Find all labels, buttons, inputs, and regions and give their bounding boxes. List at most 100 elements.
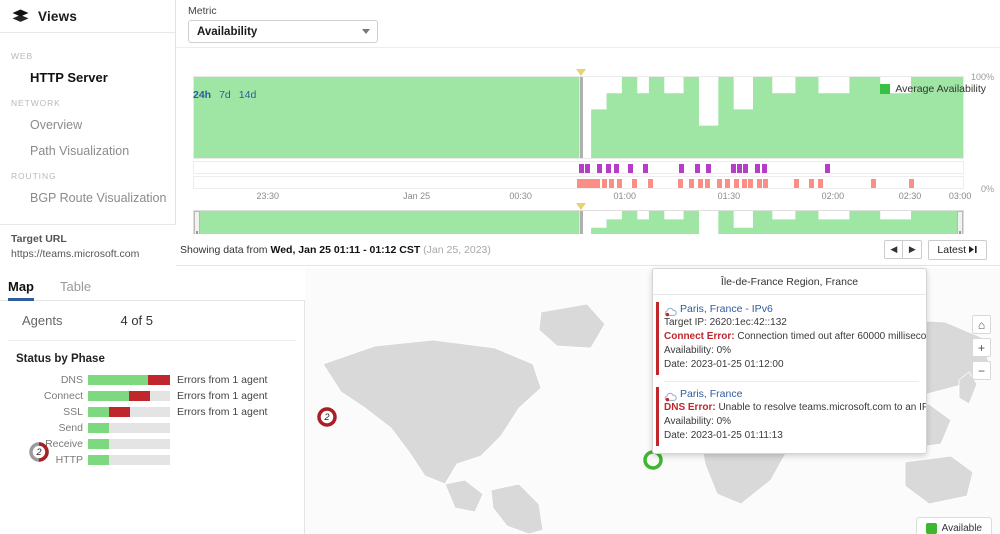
event-marker[interactable] (725, 179, 730, 188)
event-marker[interactable] (585, 164, 590, 173)
range-14d[interactable]: 14d (239, 89, 257, 101)
time-cursor-line[interactable] (580, 77, 583, 158)
showing-data-range: Wed, Jan 25 01:11 - 01:12 CST (270, 244, 420, 256)
phase-row: SSLErrors from 1 agent (0, 406, 304, 418)
prev-page-button[interactable]: ◀ (884, 240, 903, 259)
phase-row: ConnectErrors from 1 agent (0, 390, 304, 402)
y-axis-bottom-label: 0% (981, 184, 994, 194)
cloud-agent-icon (664, 304, 677, 314)
phase-name: Send (0, 422, 88, 434)
tooltip-detail-line: Date: 2023-01-25 01:12:00 (664, 358, 919, 372)
phase-bar (88, 455, 170, 465)
tooltip-detail-value: 0% (717, 345, 731, 356)
event-marker[interactable] (648, 179, 653, 188)
event-marker[interactable] (609, 179, 614, 188)
map-legend: Available (916, 517, 992, 534)
event-marker[interactable] (734, 179, 739, 188)
event-marker[interactable] (743, 164, 748, 173)
tooltip-detail-line: Availability: 0% (664, 344, 919, 358)
nav-group-web: WEB (0, 44, 175, 65)
phase-bar (88, 423, 170, 433)
phase-bar (88, 375, 170, 385)
event-marker[interactable] (705, 179, 710, 188)
event-marker[interactable] (737, 164, 742, 173)
event-marker[interactable] (606, 164, 611, 173)
skip-to-end-icon (969, 245, 978, 254)
tooltip-detail-value: 2023-01-25 01:12:00 (691, 359, 784, 370)
map-controls: ⌂ + − (972, 315, 991, 380)
event-marker[interactable] (748, 179, 753, 188)
x-axis-tick: 03:00 (949, 191, 972, 201)
event-marker[interactable] (695, 164, 700, 173)
tooltip-detail-line: Date: 2023-01-25 01:11:13 (664, 429, 919, 443)
event-marker[interactable] (617, 179, 622, 188)
x-axis-tick: 00:30 (509, 191, 532, 201)
marker-paris[interactable]: 2 (316, 406, 338, 428)
tooltip-detail-value: Unable to resolve teams.microsoft.com to… (718, 402, 927, 413)
event-marker[interactable] (632, 179, 637, 188)
event-marker[interactable] (628, 164, 633, 173)
tooltip-agent-link[interactable]: Paris, France (680, 388, 742, 400)
availability-plot[interactable] (193, 76, 964, 159)
event-row-purple[interactable] (193, 161, 964, 174)
event-marker[interactable] (597, 164, 602, 173)
event-marker[interactable] (689, 179, 694, 188)
tooltip-detail-label: Availability: (664, 416, 717, 427)
tooltip-detail-line: DNS Error: Unable to resolve teams.micro… (664, 401, 919, 415)
event-marker[interactable] (871, 179, 876, 188)
chart-legend: Average Availability (880, 83, 986, 95)
range-7d[interactable]: 7d (219, 89, 231, 101)
event-marker[interactable] (579, 164, 584, 173)
phase-note: Errors from 1 agent (177, 406, 267, 418)
event-marker[interactable] (762, 164, 767, 173)
metric-select[interactable]: Availability (188, 20, 378, 43)
event-marker[interactable] (818, 179, 823, 188)
event-row-red[interactable] (193, 176, 964, 189)
event-marker[interactable] (614, 164, 619, 173)
home-icon[interactable]: ⌂ (972, 315, 991, 334)
metric-bar: Metric Availability (176, 0, 1000, 48)
zoom-in-icon[interactable]: + (972, 338, 991, 357)
next-page-button[interactable]: ▶ (903, 240, 922, 259)
event-marker[interactable] (717, 179, 722, 188)
sidebar-item-http-server[interactable]: HTTP Server (0, 65, 175, 91)
tab-map[interactable]: Map (8, 279, 34, 300)
event-marker[interactable] (678, 179, 683, 188)
event-marker[interactable] (643, 164, 648, 173)
views-header: Views (0, 0, 175, 33)
tooltip-entry-title: Paris, France - IPv6 (664, 303, 919, 315)
event-marker[interactable] (757, 179, 762, 188)
event-marker[interactable] (706, 164, 711, 173)
event-marker[interactable] (809, 179, 814, 188)
map-legend-label-available: Available (942, 523, 982, 534)
event-marker[interactable] (679, 164, 684, 173)
sidebar-item-path-visualization[interactable]: Path Visualization (0, 138, 175, 164)
y-axis-top-label: 100% (971, 72, 994, 82)
sidebar-item-bgp-route-visualization[interactable]: BGP Route Visualization (0, 185, 175, 211)
tooltip-detail-line: Connect Error: Connection timed out afte… (664, 330, 919, 344)
tooltip-detail-label: Date: (664, 430, 691, 441)
phase-segment-ok (88, 455, 109, 465)
event-marker[interactable] (794, 179, 799, 188)
tooltip-agent-link[interactable]: Paris, France - IPv6 (680, 303, 773, 315)
sidebar-item-overview[interactable]: Overview (0, 112, 175, 138)
event-marker[interactable] (763, 179, 768, 188)
marker-san-francisco[interactable]: 2 (28, 441, 50, 463)
event-marker[interactable] (742, 179, 747, 188)
event-marker[interactable] (731, 164, 736, 173)
target-url-value[interactable]: https://teams.microsoft.com (11, 248, 176, 260)
tab-table[interactable]: Table (60, 279, 91, 300)
tooltip-body: Paris, France - IPv6Target IP: 2620:1ec:… (653, 295, 926, 453)
event-marker[interactable] (698, 179, 703, 188)
range-24h[interactable]: 24h (193, 89, 211, 101)
latest-button[interactable]: Latest (928, 240, 987, 260)
event-marker[interactable] (595, 179, 600, 188)
event-marker[interactable] (602, 179, 607, 188)
tooltip-detail-value: 2620:1ec:42::132 (710, 317, 787, 328)
agents-label: Agents (22, 313, 62, 328)
event-marker[interactable] (755, 164, 760, 173)
event-marker[interactable] (909, 179, 914, 188)
marker-count: 2 (316, 406, 338, 428)
event-marker[interactable] (825, 164, 830, 173)
zoom-out-icon[interactable]: − (972, 361, 991, 380)
